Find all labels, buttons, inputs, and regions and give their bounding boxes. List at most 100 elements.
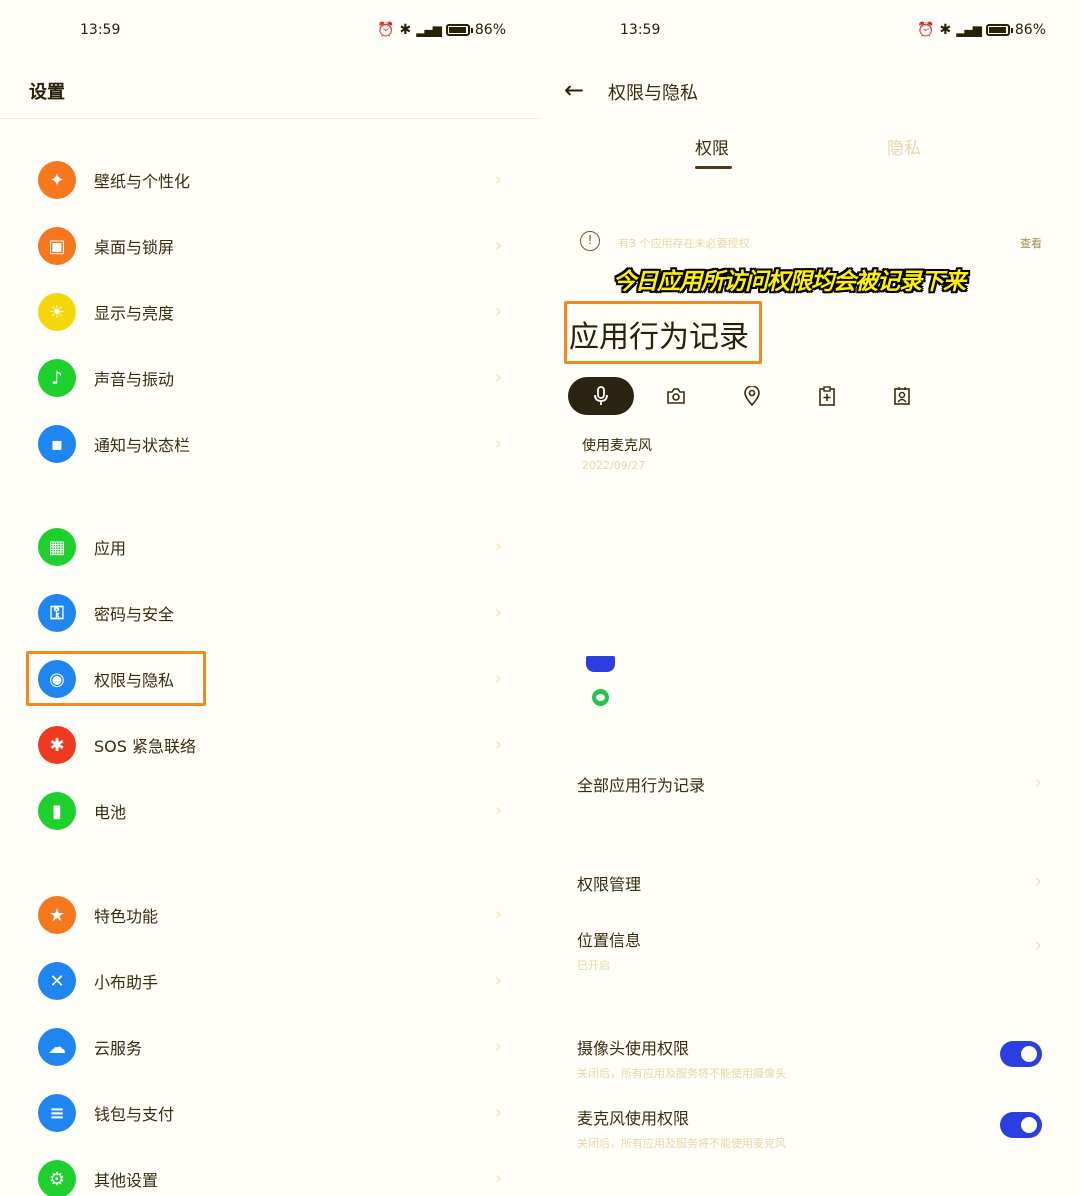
microphone-icon (594, 386, 608, 405)
back-arrow-icon[interactable]: ← (564, 76, 584, 104)
row-title: 全部应用行为记录 (577, 776, 706, 795)
palette-icon: ✦ (38, 161, 76, 199)
settings-item-cloud[interactable]: ☁ 云服务 › (38, 1027, 508, 1067)
wechat-app-icon (592, 689, 609, 706)
status-time: 13:59 (620, 22, 661, 38)
tab-permissions[interactable]: 权限 (695, 134, 729, 159)
settings-item-wallpaper[interactable]: ✦ 壁纸与个性化 › (38, 160, 508, 200)
notification-icon: ▪ (38, 425, 76, 463)
microphone-permission-row: 麦克风使用权限 关闭后，所有应用及服务将不能使用麦克风 (577, 1105, 1080, 1151)
chevron-right-icon: › (1034, 935, 1042, 956)
notice-text: 有3 个应用存在未必要授权 (618, 237, 750, 250)
settings-item-label: 电池 (94, 803, 127, 822)
bluetooth-icon: ✱ (399, 22, 412, 38)
tab-privacy[interactable]: 隐私 (887, 134, 921, 159)
battery-icon: ▮ (38, 792, 76, 830)
battery-status-icon (445, 24, 473, 36)
gear-icon: ⚙ (38, 1160, 76, 1196)
status-bar: 13:59 ⏰ ✱ ▂▄▆ 86% (540, 18, 1080, 44)
settings-item-label: 声音与振动 (94, 370, 175, 389)
settings-item-label: 云服务 (94, 1039, 143, 1058)
camera-permission-toggle[interactable] (1000, 1041, 1042, 1067)
status-bar: 13:59 ⏰ ✱ ▂▄▆ 86% (0, 18, 540, 44)
all-app-records-row[interactable]: 全部应用行为记录 › (577, 772, 1080, 796)
apps-grid-icon: ▦ (38, 528, 76, 566)
settings-item-desktop[interactable]: ▣ 桌面与锁屏 › (38, 226, 508, 266)
row-subtitle: 关闭后，所有应用及服务将不能使用麦克风 (577, 1137, 786, 1150)
chevron-right-icon: › (494, 367, 502, 388)
row-title: 权限管理 (577, 875, 642, 894)
sun-icon: ☀ (38, 293, 76, 331)
perm-tab-microphone[interactable] (568, 377, 634, 415)
divider (0, 118, 540, 119)
chevron-right-icon: › (494, 602, 502, 623)
chevron-right-icon: › (494, 734, 502, 755)
permission-management-row[interactable]: 权限管理 › (577, 871, 1080, 895)
status-time: 13:59 (80, 22, 121, 38)
settings-item-label: 小布助手 (94, 973, 159, 992)
status-icons: ⏰ ✱ ▂▄▆ 86% (917, 22, 1046, 38)
settings-item-assistant[interactable]: ✕ 小布助手 › (38, 961, 508, 1001)
settings-item-label: 其他设置 (94, 1171, 159, 1190)
chevron-right-icon: › (494, 668, 502, 689)
settings-item-battery[interactable]: ▮ 电池 › (38, 791, 508, 831)
chevron-right-icon: › (494, 433, 502, 454)
chevron-right-icon: › (494, 1036, 502, 1057)
settings-item-label: SOS 紧急联络 (94, 737, 196, 756)
perm-tab-location[interactable] (733, 377, 771, 415)
settings-item-other[interactable]: ⚙ 其他设置 › (38, 1159, 508, 1196)
perm-tab-camera[interactable] (657, 377, 695, 415)
video-caption: 今日应用所访问权限均会被记录下来 (613, 269, 966, 295)
sos-asterisk-icon: ✱ (38, 726, 76, 764)
star-icon: ★ (38, 896, 76, 934)
settings-item-label: 桌面与锁屏 (94, 238, 175, 257)
settings-item-display[interactable]: ☀ 显示与亮度 › (38, 292, 508, 332)
page-title: 设置 (29, 82, 65, 103)
settings-item-label: 壁纸与个性化 (94, 172, 191, 191)
perm-tab-contacts[interactable] (883, 377, 921, 415)
settings-item-label: 通知与状态栏 (94, 436, 191, 455)
image-icon: ▣ (38, 227, 76, 265)
chevron-right-icon: › (494, 169, 502, 190)
bluetooth-icon: ✱ (939, 22, 952, 38)
notice-view-link[interactable]: 查看 (1020, 235, 1042, 251)
row-title: 位置信息 (577, 931, 642, 950)
settings-item-label: 钱包与支付 (94, 1105, 175, 1124)
settings-item-label: 特色功能 (94, 907, 159, 926)
settings-item-wallet[interactable]: ≡ 钱包与支付 › (38, 1093, 508, 1133)
camera-permission-row: 摄像头使用权限 关闭后，所有应用及服务将不能使用摄像头 (577, 1035, 1080, 1081)
perm-tab-clipboard[interactable] (808, 377, 846, 415)
privacy-panel: 13:59 ⏰ ✱ ▂▄▆ 86% ← 权限与隐私 权限 隐私 ! 有3 个应用… (540, 0, 1080, 1196)
tab-indicator (695, 166, 732, 169)
camera-icon (667, 388, 685, 404)
key-icon: ⚿ (38, 594, 76, 632)
settings-item-notification[interactable]: ▪ 通知与状态栏 › (38, 424, 508, 464)
settings-item-sound[interactable]: ♪ 声音与振动 › (38, 358, 508, 398)
battery-percent: 86% (1014, 22, 1046, 38)
bell-icon: ♪ (38, 359, 76, 397)
signal-icon: ▂▄▆ (956, 23, 982, 37)
highlight-box (26, 651, 206, 706)
chevron-right-icon: › (494, 536, 502, 557)
assistant-icon: ✕ (38, 962, 76, 1000)
chevron-right-icon: › (494, 301, 502, 322)
chevron-right-icon: › (494, 904, 502, 925)
usage-record-title: 使用麦克风 (582, 438, 652, 454)
alarm-icon: ⏰ (377, 22, 395, 38)
chevron-right-icon: › (494, 970, 502, 991)
microphone-permission-toggle[interactable] (1000, 1112, 1042, 1138)
settings-item-apps[interactable]: ▦ 应用 › (38, 527, 508, 567)
location-info-row[interactable]: 位置信息 已开启 › (577, 927, 1080, 973)
settings-item-sos[interactable]: ✱ SOS 紧急联络 › (38, 725, 508, 765)
settings-item-features[interactable]: ★ 特色功能 › (38, 895, 508, 935)
chevron-right-icon: › (1034, 772, 1042, 793)
wallet-icon: ≡ (38, 1094, 76, 1132)
chevron-right-icon: › (494, 1102, 502, 1123)
location-icon (744, 386, 760, 406)
settings-item-label: 显示与亮度 (94, 304, 175, 323)
alarm-icon: ⏰ (917, 22, 935, 38)
chevron-right-icon: › (494, 235, 502, 256)
clipboard-icon (819, 386, 835, 406)
settings-item-label: 应用 (94, 539, 127, 558)
settings-item-security[interactable]: ⚿ 密码与安全 › (38, 593, 508, 633)
